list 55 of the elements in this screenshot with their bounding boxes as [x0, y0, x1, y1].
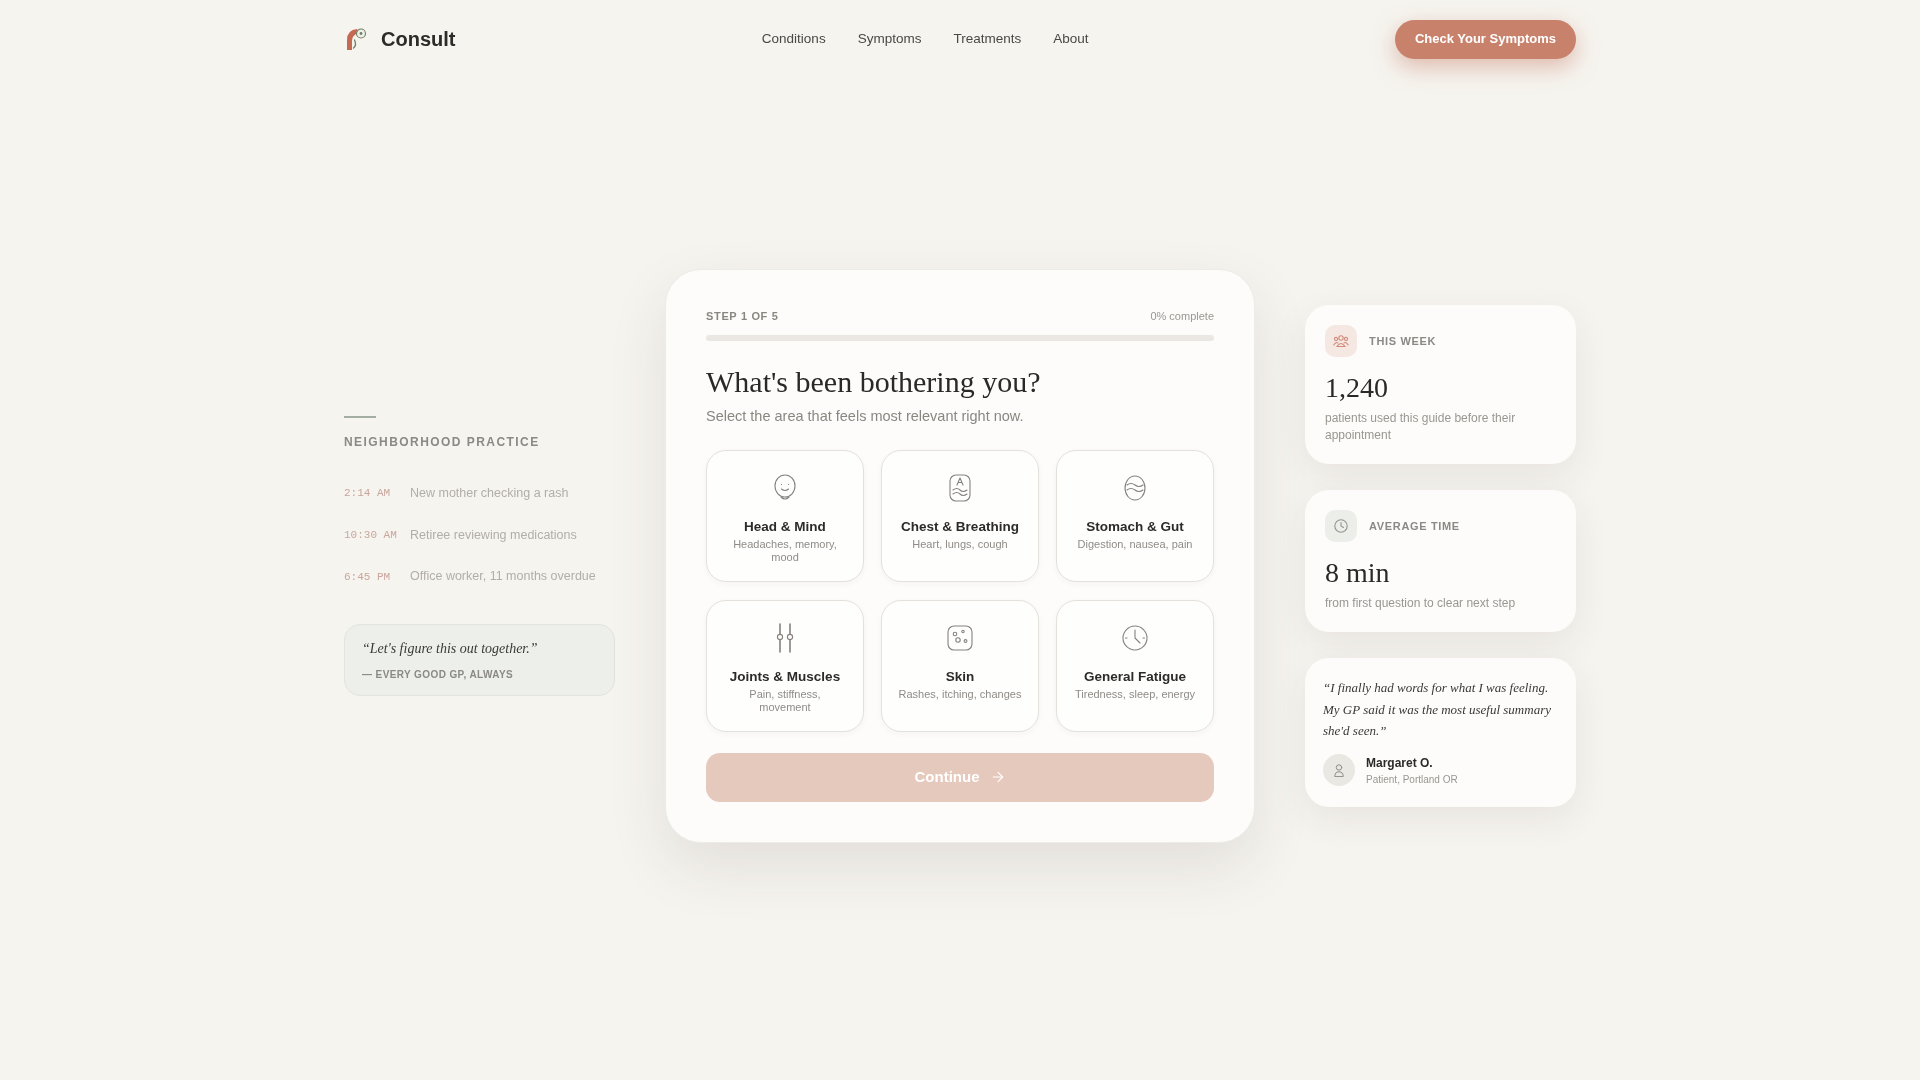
nav-link[interactable]: Conditions [761, 28, 826, 50]
people-icon [1333, 334, 1349, 349]
symptom-area-tile[interactable]: Skin Rashes, itching, changes [881, 599, 1039, 732]
area-title: Joints & Muscles [729, 668, 841, 685]
progress-text: 0% complete [1150, 309, 1214, 325]
area-description: Pain, stiffness, movement [748, 687, 822, 715]
nav-link[interactable]: About [1053, 28, 1089, 50]
stat-value: 8 min [1325, 556, 1391, 591]
section-title: NEIGHBORHOOD PRACTICE [344, 433, 541, 451]
symptom-area-tile[interactable]: Head & Mind Headaches, memory, mood [706, 449, 864, 582]
visit-time: 6:45 PM [344, 569, 392, 585]
visit-time: 10:30 AM [344, 527, 398, 543]
area-description: Heart, lungs, cough [912, 537, 1008, 552]
spotted-square-icon [947, 624, 973, 651]
testimonial-role: Patient, Portland OR [1366, 772, 1458, 787]
area-description: Headaches, memory, mood [732, 537, 838, 565]
quote-text: “Let's figure this out together.” [362, 640, 539, 659]
area-title: Stomach & Gut [1086, 518, 1184, 535]
area-description: Digestion, nausea, pain [1077, 537, 1193, 552]
area-title: Chest & Breathing [901, 518, 1019, 535]
logo-icon [344, 27, 368, 51]
area-description: Rashes, itching, changes [898, 687, 1022, 702]
question-title: What's been bothering you? [706, 363, 1042, 400]
brand-name: Consult [381, 27, 456, 52]
question-subtitle: Select the area that feels most relevant right now. [706, 406, 1025, 426]
visit-time: 2:14 AM [344, 486, 392, 501]
area-title: Head & Mind [744, 518, 826, 535]
visit-description: New mother checking a rash [410, 484, 569, 502]
stat-description: patients used this guide before their appointment [1325, 410, 1517, 445]
stat-value: 1,240 [1325, 371, 1389, 406]
symptom-area-tile[interactable]: Stomach & Gut Digestion, nausea, pain [1056, 449, 1214, 582]
visit-description: Retiree reviewing medications [410, 526, 577, 544]
user-icon [1334, 763, 1344, 777]
area-title: Skin [945, 668, 975, 685]
face-icon [773, 473, 797, 502]
area-description: Tiredness, sleep, energy [1074, 687, 1195, 702]
wavy-badge-icon [949, 473, 971, 502]
sliders-icon [774, 622, 796, 653]
stat-label: AVERAGE TIME [1369, 519, 1460, 534]
nav-link[interactable]: Treatments [953, 28, 1022, 50]
symptom-area-tile[interactable]: Chest & Breathing Heart, lungs, cough [881, 449, 1039, 582]
step-label: STEP 1 OF 5 [706, 309, 779, 325]
stat-description: from first question to clear next step [1325, 595, 1517, 613]
stat-label: THIS WEEK [1369, 334, 1437, 349]
clock-icon [1334, 519, 1348, 534]
quote-attribution: — EVERY GOOD GP, ALWAYS [362, 668, 515, 683]
symptom-area-tile[interactable]: General Fatigue Tiredness, sleep, energy [1056, 599, 1214, 732]
testimonial-quote: “I finally had words for what I was feeling. My GP said it was the most useful summary she'd seen.” [1323, 679, 1552, 741]
testimonial-name: Margaret O. [1366, 754, 1434, 772]
symptom-area-tile[interactable]: Joints & Muscles Pain, stiffness, movement [706, 599, 864, 732]
visit-description: Office worker, 11 months overdue [410, 568, 596, 586]
clock-icon [1122, 624, 1148, 651]
wavy-oval-icon [1124, 474, 1146, 501]
nav-link[interactable]: Symptoms [857, 28, 922, 50]
area-title: General Fatigue [1084, 668, 1186, 685]
